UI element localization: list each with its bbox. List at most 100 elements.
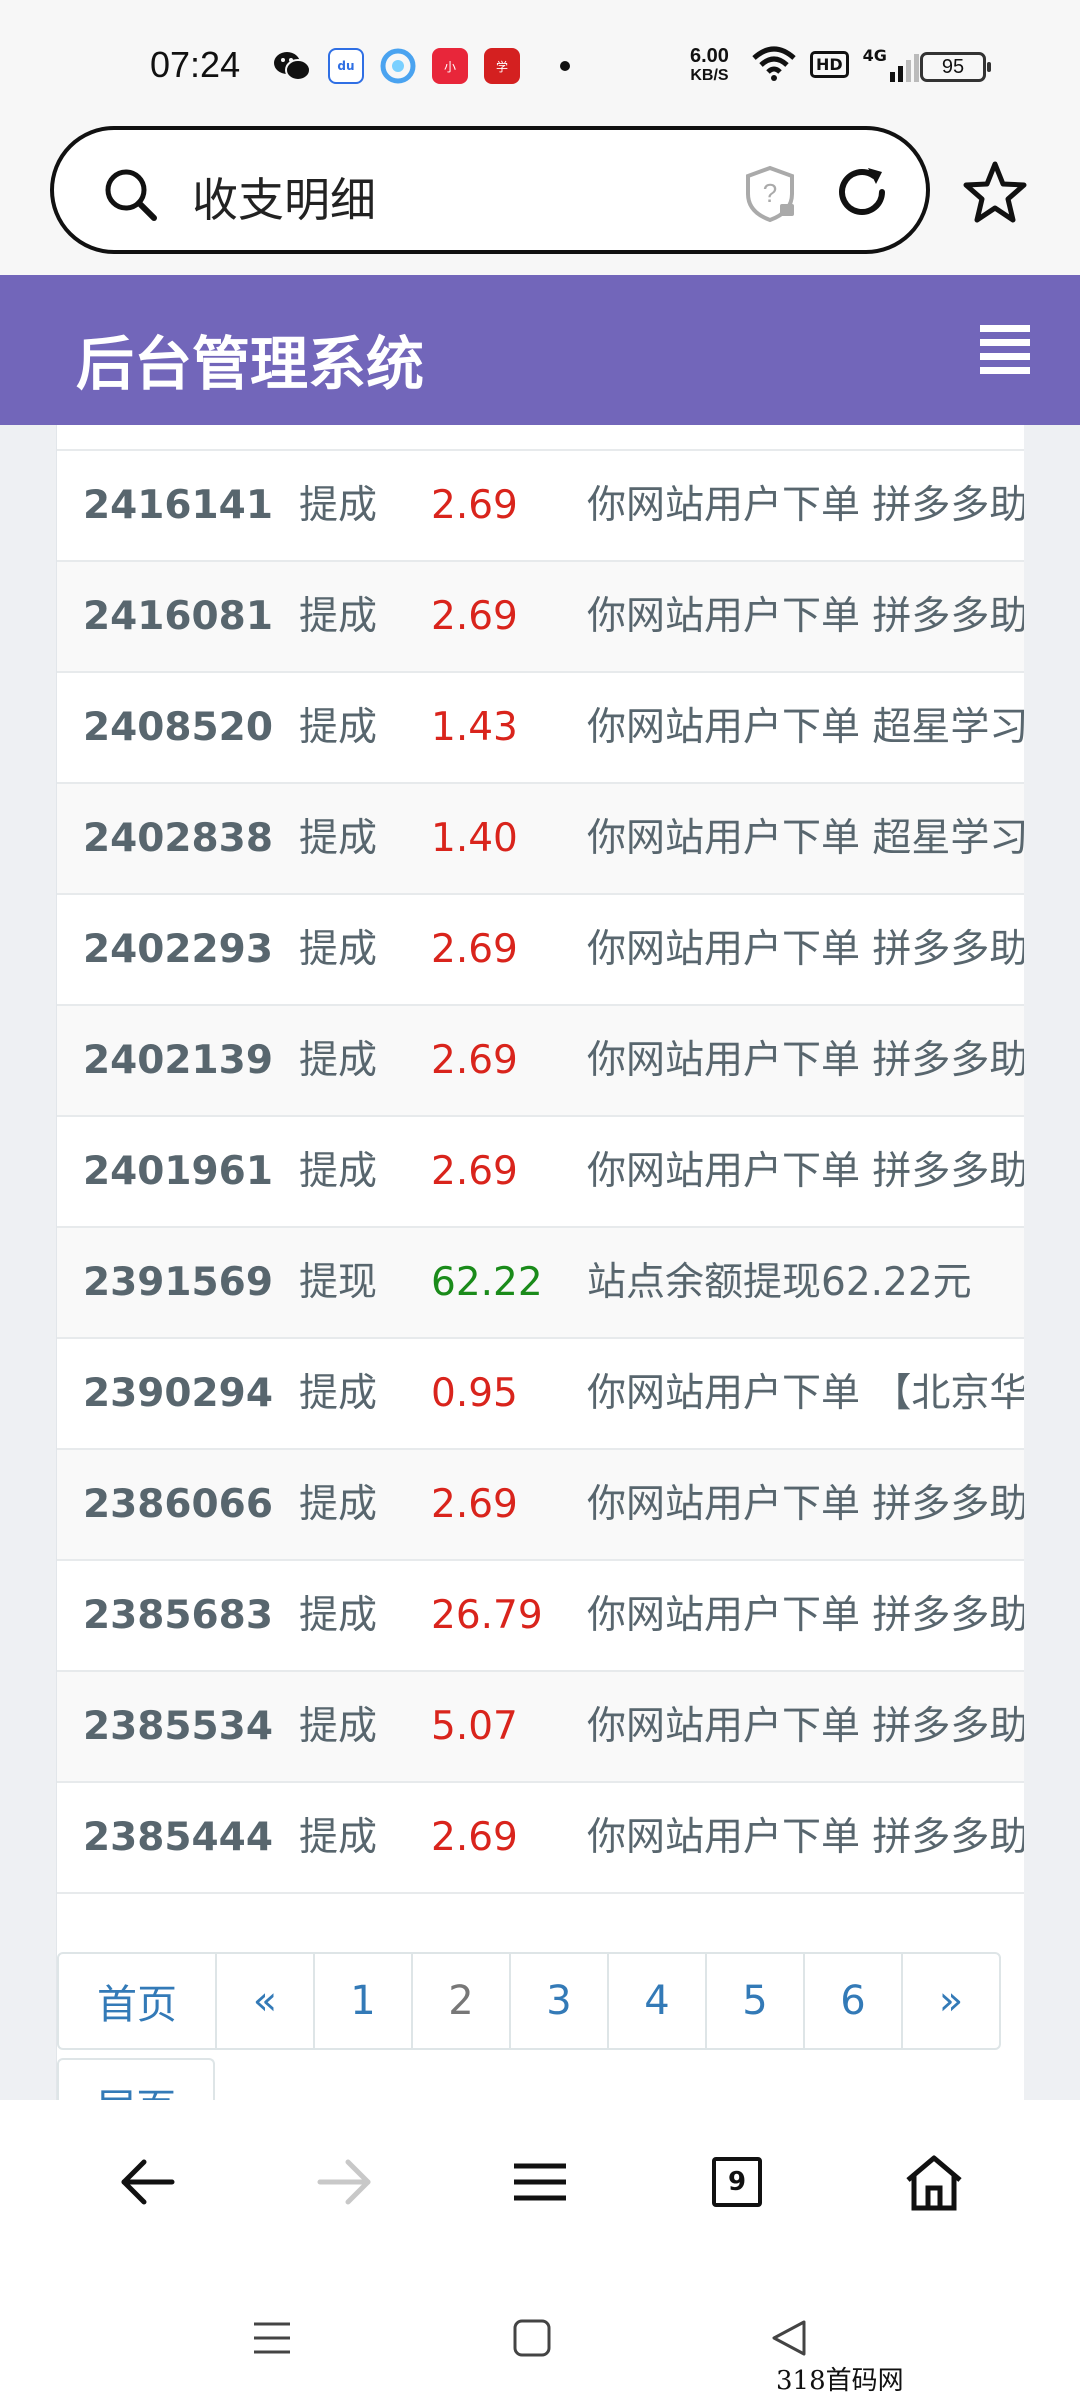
address-bar[interactable]: 收支明细 ?	[50, 126, 930, 254]
more-notifications-dot	[560, 61, 570, 71]
row-id: 2416141	[83, 483, 273, 528]
home-square-icon[interactable]	[512, 2318, 552, 2358]
table-row: 2385534 提成 5.07 你网站用户下单 拼多多助力	[57, 1672, 1024, 1783]
cellular-signal-icon: 4G	[863, 46, 919, 82]
row-type: 提成	[299, 1815, 378, 1860]
row-type: 提成	[299, 594, 378, 639]
row-description: 你网站用户下单 拼多多助力	[587, 594, 1024, 639]
pagination-prev[interactable]: «	[215, 1952, 315, 2050]
row-type: 提成	[299, 705, 378, 750]
row-id: 2402293	[83, 927, 273, 972]
net-speed-unit: KB/S	[690, 67, 729, 84]
back-arrow-icon[interactable]	[118, 2152, 178, 2212]
wifi-icon	[752, 46, 796, 81]
pagination-next[interactable]: »	[901, 1952, 1001, 2050]
row-amount: 26.79	[431, 1593, 543, 1638]
pagination-first[interactable]: 首页	[57, 1952, 217, 2050]
pagination-page-3[interactable]: 3	[509, 1952, 609, 2050]
row-id: 2402139	[83, 1038, 273, 1083]
table-row: 2391569 提现 62.22 站点余额提现62.22元	[57, 1228, 1024, 1339]
hd-badge: HD	[810, 50, 849, 78]
row-description: 你网站用户下单 拼多多助力	[587, 1815, 1024, 1860]
row-type: 提成	[299, 1038, 378, 1083]
row-type: 提成	[299, 1593, 378, 1638]
table-row: 2402838 提成 1.40 你网站用户下单 超星学习通	[57, 784, 1024, 895]
pagination-page-2[interactable]: 2	[411, 1952, 511, 2050]
browser-bottom-nav: 9	[0, 2100, 1080, 2270]
browser-menu-icon[interactable]	[510, 2152, 570, 2212]
table-row: 2390294 提成 0.95 你网站用户下单 【北京华	[57, 1339, 1024, 1450]
table-row: 2401961 提成 2.69 你网站用户下单 拼多多助力	[57, 1117, 1024, 1228]
table-row: 2386066 提成 2.69 你网站用户下单 拼多多助力	[57, 1450, 1024, 1561]
hamburger-menu-icon[interactable]	[980, 325, 1030, 381]
pagination: 首页 « 1 2 3 4 5 6 »	[57, 1952, 1001, 2050]
table-row: 2385683 提成 26.79 你网站用户下单 拼多多助力	[57, 1561, 1024, 1672]
row-id: 2408520	[83, 705, 273, 750]
row-description: 你网站用户下单 拼多多助力	[587, 1149, 1024, 1194]
table-row: 2416141 提成 2.69 你网站用户下单 拼多多助力	[57, 451, 1024, 562]
row-description: 你网站用户下单 超星学习通	[587, 705, 1024, 750]
row-description: 你网站用户下单 拼多多助力	[587, 1704, 1024, 1749]
row-type: 提现	[299, 1260, 378, 1305]
row-id: 2402838	[83, 816, 273, 861]
row-amount: 62.22	[431, 1260, 543, 1305]
forward-arrow-icon[interactable]	[314, 2152, 374, 2212]
row-id: 2385534	[83, 1704, 273, 1749]
row-amount: 2.69	[431, 1149, 518, 1194]
row-type: 提成	[299, 1482, 378, 1527]
row-amount: 1.40	[431, 816, 518, 861]
table-row: 2402139 提成 2.69 你网站用户下单 拼多多助力	[57, 1006, 1024, 1117]
security-shield-icon[interactable]: ?	[744, 164, 800, 224]
bookmark-star-icon[interactable]	[962, 160, 1028, 224]
back-triangle-icon[interactable]	[770, 2318, 810, 2358]
pagination-page-5[interactable]: 5	[705, 1952, 805, 2050]
network-speed: 6.00 KB/S	[690, 46, 729, 86]
row-description: 你网站用户下单 拼多多助力	[587, 1593, 1024, 1638]
table-top-edge	[57, 425, 1024, 451]
row-type: 提成	[299, 1371, 378, 1416]
study-app-icon: 学	[484, 48, 520, 84]
row-amount: 5.07	[431, 1704, 518, 1749]
pagination-last[interactable]: 尾页	[57, 2058, 215, 2100]
row-description: 你网站用户下单 【北京华	[587, 1371, 1024, 1416]
row-amount: 2.69	[431, 1038, 518, 1083]
table-row: 2416081 提成 2.69 你网站用户下单 拼多多助力	[57, 562, 1024, 673]
row-id: 2385444	[83, 1815, 273, 1860]
home-icon[interactable]	[902, 2152, 966, 2212]
pagination-page-4[interactable]: 4	[607, 1952, 707, 2050]
row-amount: 2.69	[431, 927, 518, 972]
reload-icon[interactable]	[832, 162, 892, 222]
row-description: 你网站用户下单 拼多多助力	[587, 483, 1024, 528]
baidu-icon: du	[328, 48, 364, 84]
row-type: 提成	[299, 1149, 378, 1194]
recent-apps-icon[interactable]	[252, 2318, 292, 2358]
watermark-text: 318首码网 www.E318.com	[776, 2366, 980, 2400]
row-id: 2386066	[83, 1482, 273, 1527]
row-id: 2390294	[83, 1371, 273, 1416]
row-description: 你网站用户下单 超星学习通	[587, 816, 1024, 861]
row-amount: 2.69	[431, 1482, 518, 1527]
app-header: 后台管理系统	[0, 275, 1080, 425]
table-row: 2385444 提成 2.69 你网站用户下单 拼多多助力	[57, 1783, 1024, 1894]
row-type: 提成	[299, 927, 378, 972]
svg-text:?: ?	[763, 178, 777, 208]
pagination-page-1[interactable]: 1	[313, 1952, 413, 2050]
row-amount: 0.95	[431, 1371, 518, 1416]
address-query[interactable]: 收支明细	[192, 164, 376, 230]
row-id: 2416081	[83, 594, 273, 639]
tab-count-button[interactable]: 9	[712, 2157, 762, 2207]
net-speed-value: 6.00	[690, 45, 729, 67]
row-description: 站点余额提现62.22元	[587, 1260, 972, 1305]
table-row: 2408520 提成 1.43 你网站用户下单 超星学习通	[57, 673, 1024, 784]
status-time: 07:24	[150, 44, 241, 85]
browser-app-icon	[380, 48, 416, 84]
pagination-page-6[interactable]: 6	[803, 1952, 903, 2050]
row-id: 2385683	[83, 1593, 273, 1638]
row-type: 提成	[299, 816, 378, 861]
row-amount: 2.69	[431, 1815, 518, 1860]
row-id: 2391569	[83, 1260, 273, 1305]
transactions-panel: 2416141 提成 2.69 你网站用户下单 拼多多助力 2416081 提成 2.69 你…	[56, 425, 1024, 2100]
row-type: 提成	[299, 1704, 378, 1749]
row-description: 你网站用户下单 拼多多助力	[587, 927, 1024, 972]
status-right: HD 4G	[752, 46, 919, 82]
